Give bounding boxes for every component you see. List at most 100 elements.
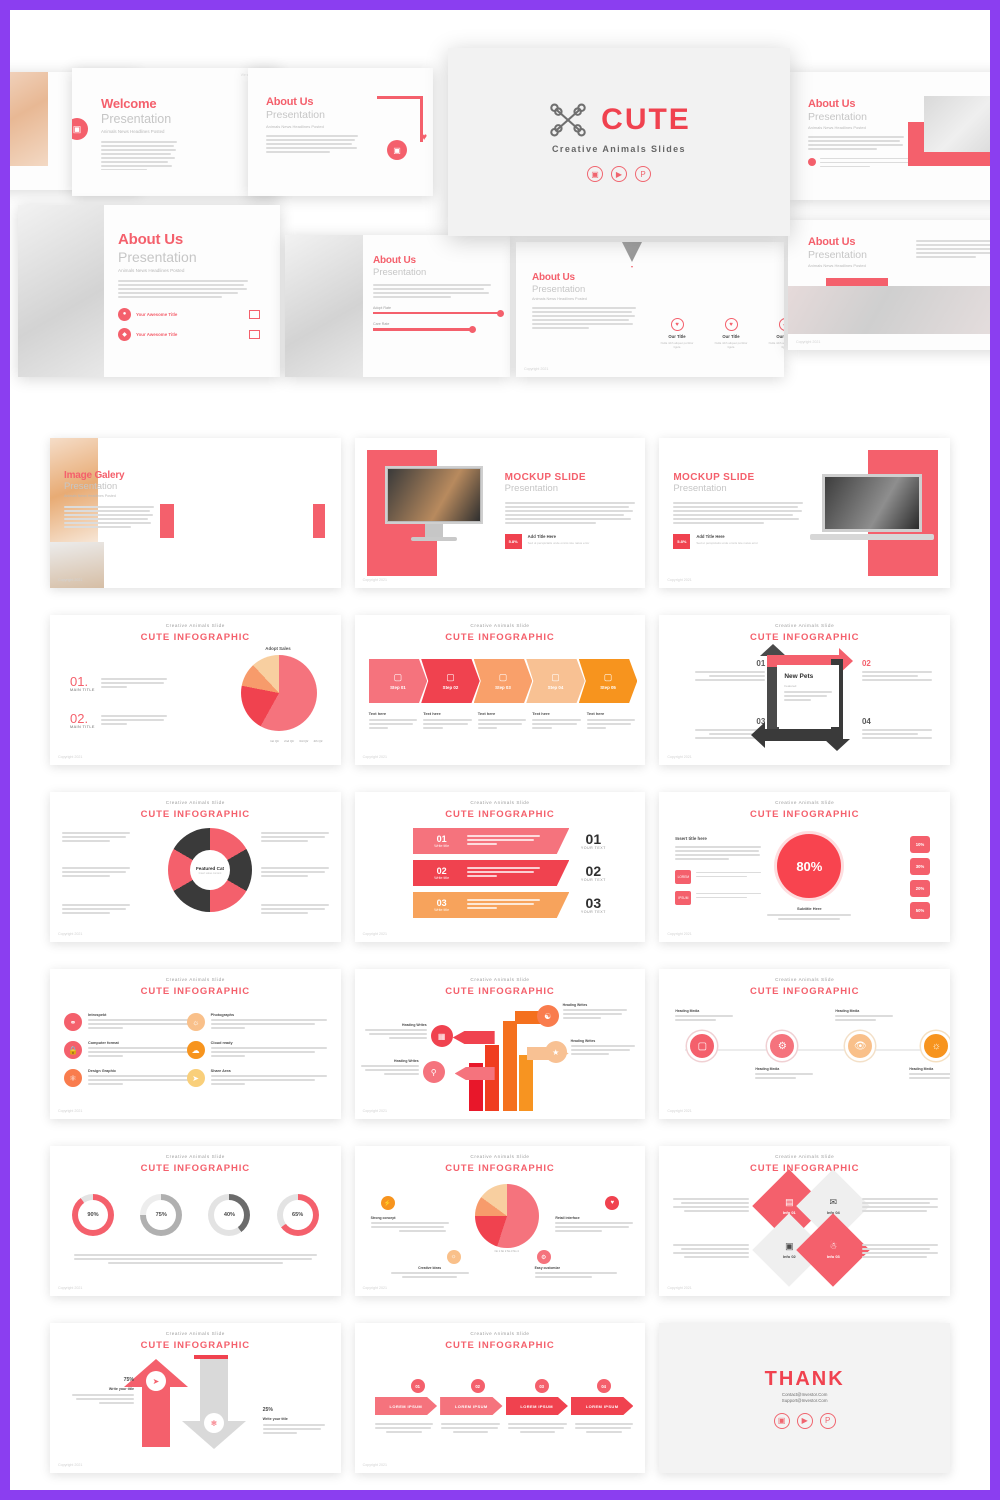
slide-infographic-donuts[interactable]: Creative Animals Slide CUTE INFOGRAPHIC … (50, 1146, 341, 1296)
percent-chip[interactable]: 50% (909, 902, 930, 919)
list-item[interactable]: ➤ Share Area (186, 1069, 327, 1087)
chip-row[interactable]: IPSUM (675, 890, 762, 905)
slide-kicker: Creative Animals Slide (470, 1331, 530, 1336)
slide-infographic-diamonds[interactable]: Creative Animals Slide CUTE INFOGRAPHIC … (659, 1146, 950, 1296)
slide-mockup-laptop[interactable]: MOCKUP SLIDE Presentation 5.8% Add Title… (659, 438, 950, 588)
sun-icon[interactable]: ☼ (921, 1031, 950, 1061)
step-chevron[interactable]: ▢ Step 04 (526, 659, 585, 703)
slide-infographic-chevrons[interactable]: Creative Animals Slide CUTE INFOGRAPHIC … (354, 615, 646, 765)
list-item[interactable]: ☼ Photographs (186, 1013, 327, 1031)
list-item[interactable]: ⚭ Introspekt (64, 1013, 204, 1031)
slide-image-gallery[interactable]: Image Galery Presentation Animals News H… (50, 438, 341, 588)
hero-slide-about-right-2[interactable]: About Us Presentation Animals News Headl… (788, 220, 990, 350)
calendar-icon[interactable]: ▦ (430, 1025, 453, 1047)
badge-value: 5.8% (673, 533, 691, 549)
slide-infographic-circle-list[interactable]: Creative Animals Slide CUTE INFOGRAPHIC … (50, 969, 341, 1119)
slide-infographic-bars-arrows[interactable]: Creative Animals Slide CUTE INFOGRAPHIC … (354, 969, 646, 1119)
banner-big: 03 (585, 895, 602, 911)
step-chevron[interactable]: ▢ Step 05 (578, 659, 638, 703)
step-number[interactable]: 04 (596, 1379, 611, 1393)
youtube-icon[interactable]: ▶ (611, 166, 627, 182)
pinterest-icon[interactable]: P (635, 166, 651, 182)
slide-infographic-banners[interactable]: Creative Animals Slide CUTE INFOGRAPHIC … (354, 792, 646, 942)
banner-row[interactable]: 03 Write title 03 YOUR TEXT (412, 892, 618, 918)
bullet-row[interactable]: ◆ Your Awesome Title (118, 327, 260, 341)
percent-chip[interactable]: 30% (909, 858, 930, 875)
hero-title-card[interactable]: CUTE Creative Animals Slides ▣ ▶ P (448, 48, 790, 236)
bulb-icon[interactable]: ☼ (446, 1250, 461, 1264)
chip-row[interactable]: LOREM (675, 869, 762, 884)
step-chevron[interactable]: ▢ Step 03 (473, 659, 533, 703)
feature-item[interactable]: ✓ Our Title Nulla nibh aliquet porttitor… (768, 318, 784, 350)
timeline-arrow[interactable]: LOREM IPSUM (570, 1397, 634, 1415)
list-item[interactable]: ⚛ Design Graphic (64, 1069, 204, 1087)
slide-footer: Copyright 2021 (58, 578, 83, 582)
step-label: Step 01 (390, 684, 406, 690)
heart-icon[interactable]: ♥ (605, 1196, 620, 1210)
timeline-arrow[interactable]: LOREM IPSUM (440, 1397, 503, 1415)
step-chevron[interactable]: ▢ Step 01 (368, 659, 428, 703)
lungs-icon[interactable]: ☯ (536, 1005, 559, 1027)
step-number[interactable]: 02 (470, 1379, 485, 1393)
list-item[interactable]: 🔒 Computer format (64, 1041, 204, 1059)
banner-row[interactable]: 01 Write title 01 YOUR TEXT (412, 828, 618, 854)
slide-infographic-pie4[interactable]: Creative Animals Slide CUTE INFOGRAPHIC … (354, 1146, 646, 1296)
feature-item[interactable]: ♥ Our Title Nulla nibh aliquet porttitor… (714, 318, 748, 350)
hero-slide-about-1[interactable]: About Us Presentation Animals News Headl… (248, 68, 433, 196)
banner-row[interactable]: 02 Write title 02 YOUR TEXT (412, 860, 618, 886)
timeline-arrow[interactable]: LOREM IPSUM (505, 1397, 568, 1415)
hero-slide-about-right-1[interactable]: About Us Presentation Animals News Headl… (788, 72, 990, 200)
mail-pin-icon: ✉ (829, 1197, 838, 1207)
list-item[interactable]: ☁ Cloud ready (186, 1041, 327, 1059)
quadrant-01[interactable]: 01 (695, 659, 766, 683)
contact-email[interactable]: Contact@Investor.Com (782, 1392, 827, 1397)
instagram-icon[interactable]: ▣ (773, 1412, 790, 1429)
quadrant-04[interactable]: 04 (861, 717, 932, 741)
gear-icon[interactable]: ⚙ (767, 1031, 798, 1061)
slide-infographic-80[interactable]: Creative Animals Slide CUTE INFOGRAPHIC … (659, 792, 950, 942)
cat-icon[interactable]: ▢ (687, 1031, 718, 1061)
slide-infographic-arrowbox[interactable]: Creative Animals Slide CUTE INFOGRAPHIC … (659, 615, 950, 765)
pinterest-icon[interactable]: P (819, 1412, 836, 1429)
percent-chip[interactable]: 10% (909, 836, 930, 853)
instagram-icon[interactable]: ▣ (587, 166, 603, 182)
badge-title: Add Title Here (696, 533, 725, 539)
timeline-arrow[interactable]: LOREM IPSUM (374, 1397, 438, 1415)
eye-icon[interactable]: 👁 (845, 1031, 876, 1061)
percent-chip[interactable]: 20% (909, 880, 930, 897)
support-email[interactable]: Support@Investor.Com (782, 1398, 828, 1403)
feature-item[interactable]: ♥ Our Title Nulla nibh aliquet porttitor… (660, 318, 694, 350)
list-item[interactable]: 01. MAIN TITLE (70, 675, 167, 692)
slide-infographic-updown[interactable]: Creative Animals Slide CUTE INFOGRAPHIC … (50, 1323, 341, 1473)
step-chevron[interactable]: ▢ Step 02 (421, 659, 480, 703)
list-item[interactable]: 02. MAIN TITLE (70, 712, 167, 729)
bullet-row[interactable]: ● Your Awesome Title (118, 307, 260, 321)
slide-infographic-wheel[interactable]: Creative Animals Slide CUTE INFOGRAPHIC … (50, 792, 341, 942)
flask-icon[interactable]: ⚲ (422, 1061, 445, 1083)
slide-infographic-timeline[interactable]: Creative Animals Slide CUTE INFOGRAPHIC … (354, 1323, 646, 1473)
hero-slide-about-features[interactable]: About Us Presentation Animals News Headl… (516, 242, 784, 377)
gear-icon[interactable]: ⚙ (536, 1250, 551, 1264)
slide-footer: Copyright 2021 (362, 932, 388, 936)
slide-infographic-chain[interactable]: Creative Animals Slide CUTE INFOGRAPHIC … (659, 969, 950, 1119)
slide-mockup-desktop[interactable]: MOCKUP SLIDE Presentation 5.8% Add Title… (354, 438, 646, 588)
slide-thank[interactable]: THANK Contact@Investor.Com Support@Inves… (659, 1323, 950, 1473)
bolt-icon[interactable]: ⚡ (380, 1196, 395, 1210)
center-card[interactable]: New Pets Featured (777, 665, 840, 727)
slide-footer: Copyright 2021 (58, 755, 83, 759)
hero-collage: We sell animals slides Welcome Presentat… (10, 10, 990, 425)
slide-subtitle: Presentation (64, 481, 118, 492)
step-number[interactable]: 01 (410, 1379, 425, 1393)
hero-slide-about-bullets[interactable]: About Us Presentation Animals News Headl… (18, 205, 280, 377)
slider-row[interactable]: Adopt Rate (373, 306, 504, 317)
legend-item: No 4 (513, 1250, 519, 1253)
step-number[interactable]: 03 (534, 1379, 549, 1393)
star-icon[interactable]: ★ (544, 1041, 567, 1063)
item-label: MAIN TITLE (70, 725, 95, 729)
hero-slide-about-sliders[interactable]: About Us Presentation Adopt Rate Care Ra… (285, 235, 510, 377)
quadrant-02[interactable]: 02 (861, 659, 932, 683)
youtube-icon[interactable]: ▶ (796, 1412, 813, 1429)
slide-infographic-pie[interactable]: Creative Animals Slide CUTE INFOGRAPHIC … (50, 615, 341, 765)
sun-icon: ☼ (186, 1013, 205, 1031)
slider-row[interactable]: Care Rate (373, 322, 501, 334)
